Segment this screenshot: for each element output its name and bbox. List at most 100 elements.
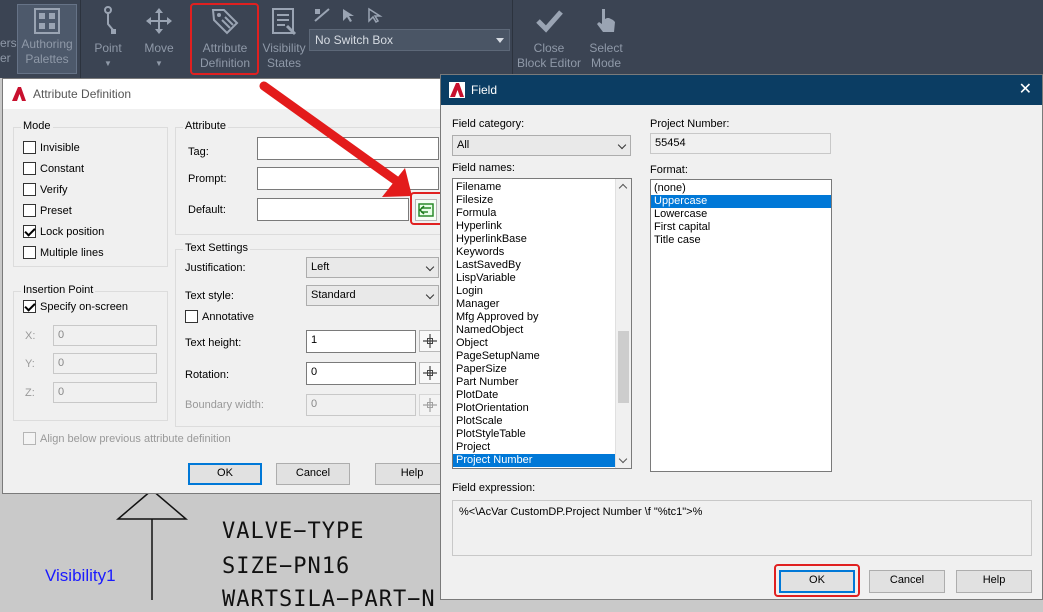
field-name-item[interactable]: PageSetupName — [453, 350, 615, 363]
tag-field[interactable] — [257, 137, 439, 160]
y-field[interactable]: 0 — [53, 353, 157, 374]
text-height-field[interactable]: 1 — [306, 330, 416, 353]
checkmark-icon — [536, 10, 563, 33]
field-name-item[interactable]: PlotStyleTable — [453, 428, 615, 441]
scroll-thumb[interactable] — [618, 331, 629, 403]
format-item[interactable]: Lowercase — [651, 208, 831, 221]
annotative-checkbox[interactable]: Annotative — [185, 310, 254, 323]
field-name-item[interactable]: PlotScale — [453, 415, 615, 428]
field-name-item[interactable]: PlotDate — [453, 389, 615, 402]
field-name-item[interactable]: Project Number — [453, 454, 615, 467]
move-button[interactable]: Move ▼ — [140, 6, 178, 71]
mode-checkbox-constant[interactable]: Constant — [23, 162, 84, 175]
field-name-item[interactable]: Filename — [453, 181, 615, 194]
justification-select[interactable]: Left — [306, 257, 439, 278]
visibility-mode-icon[interactable] — [313, 7, 331, 23]
mode-checkbox-lock-position[interactable]: Lock position — [23, 225, 104, 238]
field-expression-field[interactable]: %<\AcVar CustomDP.Project Number \f "%tc… — [452, 500, 1032, 556]
format-item[interactable]: (none) — [651, 182, 831, 195]
rotation-pick-button[interactable] — [419, 362, 441, 384]
field-name-item[interactable]: PlotOrientation — [453, 402, 615, 415]
x-field[interactable]: 0 — [53, 325, 157, 346]
attr-help-button[interactable]: Help — [375, 463, 449, 485]
format-item[interactable]: Title case — [651, 234, 831, 247]
checkbox-box — [23, 183, 36, 196]
field-name-item[interactable]: LastSavedBy — [453, 259, 615, 272]
field-name-item[interactable]: Hyperlink — [453, 220, 615, 233]
field-name-item[interactable]: HyperlinkBase — [453, 233, 615, 246]
format-list[interactable]: (none) Uppercase Lowercase First capital Tit… — [650, 179, 832, 472]
y-label: Y: — [25, 358, 35, 370]
attr-cancel-button[interactable]: Cancel — [276, 463, 350, 485]
point-button[interactable]: Point ▼ — [88, 6, 128, 71]
field-value-label: Project Number: — [650, 118, 730, 130]
rotation-field[interactable]: 0 — [306, 362, 416, 385]
visibility-states-button[interactable]: Visibility States — [260, 6, 308, 71]
mode-checkbox-verify[interactable]: Verify — [23, 183, 68, 196]
tag-label: Tag: — [188, 146, 209, 158]
z-field[interactable]: 0 — [53, 382, 157, 403]
field-name-item[interactable]: Login — [453, 285, 615, 298]
palettes-icon — [34, 8, 60, 34]
text-height-pick-button[interactable] — [419, 330, 441, 352]
specify-on-screen-checkbox[interactable]: Specify on-screen — [23, 300, 128, 313]
field-name-item[interactable]: Part Number — [453, 376, 615, 389]
mode-checkbox-preset[interactable]: Preset — [23, 204, 72, 217]
x-label: X: — [25, 330, 36, 342]
attribute-definition-dialog: Attribute Definition Mode Invisible Const… — [2, 78, 450, 494]
visibility-states-icon — [272, 8, 297, 36]
ribbon-partial-button[interactable]: ers er — [0, 6, 17, 66]
field-name-item[interactable]: Filesize — [453, 194, 615, 207]
crosshair-icon — [423, 366, 437, 380]
field-names-list[interactable]: Filename Filesize Formula Hyperlink Hyperlin… — [452, 178, 632, 469]
align-below-checkbox[interactable]: Align below previous attribute definitio… — [23, 432, 231, 445]
field-name-item[interactable]: SaveDate — [453, 467, 615, 468]
mode-checkbox-multiple-lines[interactable]: Multiple lines — [23, 246, 104, 259]
scroll-down-icon[interactable] — [618, 454, 628, 464]
field-category-select[interactable]: All — [452, 135, 631, 156]
mode-checkbox-label: Lock position — [40, 225, 105, 238]
make-visible-icon[interactable] — [340, 7, 358, 23]
select-mode-button[interactable]: Select Mode — [586, 6, 626, 71]
field-name-item[interactable]: Object — [453, 337, 615, 350]
mode-checkbox-label: Invisible — [40, 141, 80, 154]
field-name-item[interactable]: Mfg Approved by — [453, 311, 615, 324]
rotation-label: Rotation: — [185, 369, 230, 381]
format-item[interactable]: First capital — [651, 221, 831, 234]
autocad-logo-icon — [449, 82, 465, 98]
scroll-up-icon[interactable] — [618, 183, 628, 193]
mode-checkbox-label: Preset — [40, 204, 72, 217]
close-icon[interactable]: ✕ — [1019, 82, 1032, 98]
authoring-palettes-button[interactable]: Authoring Palettes — [17, 4, 77, 74]
attr-ok-button[interactable]: OK — [188, 463, 262, 485]
text-style-select[interactable]: Standard — [306, 285, 439, 306]
ribbon: ers er Authoring Palettes Point ▼ Move ▼ — [0, 0, 1043, 78]
field-name-item[interactable]: PaperSize — [453, 363, 615, 376]
field-dialog: Field ✕ Field category: All Field names:… — [440, 74, 1043, 600]
field-help-button[interactable]: Help — [956, 570, 1032, 593]
make-invisible-icon[interactable] — [366, 7, 384, 23]
insertion-point-title: Insertion Point — [21, 284, 96, 296]
field-names-scrollbar[interactable] — [615, 179, 631, 468]
field-name-item[interactable]: LispVariable — [453, 272, 615, 285]
format-item[interactable]: Uppercase — [651, 195, 831, 208]
authoring-palettes-label-2: Palettes — [25, 52, 69, 66]
field-names-label: Field names: — [452, 162, 515, 174]
boundary-width-field[interactable]: 0 — [306, 394, 416, 416]
switch-box-dropdown[interactable]: No Switch Box — [309, 29, 510, 51]
mode-checkbox-label: Verify — [40, 183, 68, 196]
field-name-item[interactable]: Project — [453, 441, 615, 454]
z-label: Z: — [25, 387, 35, 399]
chevron-down-icon — [425, 262, 435, 272]
field-name-item[interactable]: Formula — [453, 207, 615, 220]
mode-checkbox-invisible[interactable]: Invisible — [23, 141, 80, 154]
field-cancel-button[interactable]: Cancel — [869, 570, 945, 593]
field-name-item[interactable]: NamedObject — [453, 324, 615, 337]
field-name-item[interactable]: Keywords — [453, 246, 615, 259]
boundary-width-pick-button[interactable] — [419, 394, 441, 416]
ribbon-partial-label-2: er — [0, 51, 11, 65]
default-field[interactable] — [257, 198, 409, 221]
field-name-item[interactable]: Manager — [453, 298, 615, 311]
prompt-field[interactable] — [257, 167, 439, 190]
close-block-editor-button[interactable]: Close Block Editor — [516, 6, 582, 71]
